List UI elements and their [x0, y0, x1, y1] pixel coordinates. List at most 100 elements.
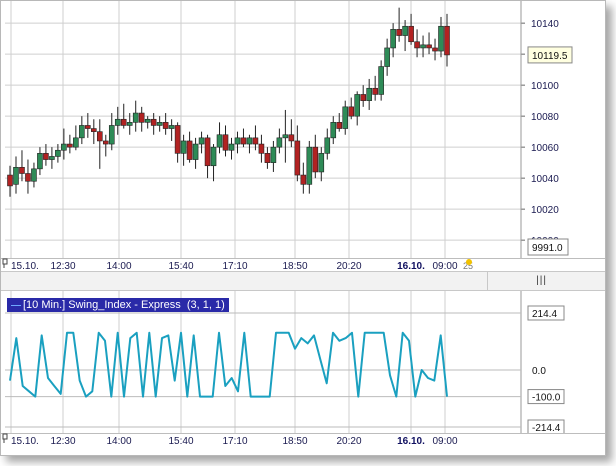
candle — [156, 122, 163, 126]
x-axis-label: 09:00 — [432, 261, 457, 271]
last-price-label: 10119.5 — [532, 51, 568, 62]
candle — [7, 174, 13, 187]
x-axis-label: 12:30 — [50, 436, 75, 447]
candle — [102, 140, 109, 145]
price-x-axis-labels: 15.10. 12:30 14:00 15:40 17:10 18:50 20:20 16.1… — [1, 258, 605, 271]
candle — [306, 146, 313, 185]
ind-ylabel: -214.4 — [532, 423, 561, 433]
price-ytick-label: 10080 — [531, 112, 559, 123]
candle — [55, 149, 61, 157]
x-axis-label: 14:00 — [106, 436, 131, 447]
ind-ylabel: -100.0 — [532, 393, 561, 404]
candle — [300, 174, 307, 185]
price-ytick-label: 10040 — [531, 174, 559, 185]
scroll-grip-icon[interactable]: ||| — [536, 275, 547, 286]
candle — [318, 153, 325, 173]
candle — [288, 134, 295, 142]
indicator-x-axis: 15.10. 12:30 14:00 15:40 17:10 18:50 20:20 16.1… — [1, 433, 605, 449]
candle — [390, 29, 396, 49]
x-axis-label: 14:00 — [106, 261, 131, 271]
candle — [444, 25, 450, 56]
candle — [91, 128, 97, 132]
candle — [276, 137, 283, 148]
x-axis-label: 12:30 — [50, 261, 75, 271]
x-axis-label: 17:10 — [222, 261, 247, 271]
date-marker-icon — [2, 433, 8, 443]
x-axis-label: 16.10. — [397, 436, 425, 447]
price-ytick-label: 10140 — [531, 19, 559, 30]
candle — [174, 125, 181, 154]
candle — [180, 140, 187, 154]
series-line-icon — [11, 304, 21, 306]
x-axis-label: 20:20 — [336, 261, 361, 271]
candle — [43, 153, 49, 160]
candle — [126, 122, 133, 126]
candlestick-chart[interactable]: 1014010120101001008010060100401002010000… — [1, 1, 605, 258]
candle — [360, 94, 366, 101]
price-ytick-label: 10020 — [531, 205, 559, 216]
candle — [408, 25, 414, 43]
candle — [270, 146, 277, 163]
indicator-title-text: [10 Min.] Swing_Index - Express (3, 1, 1… — [23, 299, 225, 311]
price-chart-panel[interactable]: 1014010120101001008010060100401002010000… — [1, 1, 605, 258]
candle — [162, 122, 169, 129]
candle — [324, 137, 331, 154]
candle — [49, 156, 55, 160]
candle — [402, 25, 408, 36]
candle — [432, 47, 438, 52]
x-axis-label: 18:50 — [282, 261, 307, 271]
candle — [96, 131, 103, 142]
candle — [312, 146, 319, 173]
candle — [216, 134, 223, 148]
candle — [132, 112, 139, 123]
candle — [294, 140, 301, 176]
candle — [366, 87, 372, 101]
candle — [144, 118, 151, 123]
indicator-x-axis-labels: 15.10. 12:30 14:00 15:40 17:10 18:50 20:20 16.1… — [1, 433, 605, 447]
candle — [85, 125, 91, 129]
candle — [378, 66, 384, 95]
candle — [228, 143, 235, 151]
candle — [25, 173, 31, 182]
candle — [61, 143, 67, 151]
candle — [438, 25, 444, 52]
candle — [252, 137, 259, 145]
candle — [73, 137, 79, 148]
candle — [114, 118, 121, 126]
candle — [222, 134, 229, 151]
candle — [31, 168, 37, 182]
horizontal-scrollbar[interactable]: ||| — [1, 271, 605, 291]
x-axis-label: 15:40 — [168, 261, 193, 271]
candle — [372, 87, 378, 95]
x-axis-label: 15:40 — [168, 436, 193, 447]
x-axis-label: 17:10 — [222, 436, 247, 447]
candle — [348, 106, 355, 117]
candle — [330, 122, 337, 139]
candle — [79, 125, 85, 139]
ind-ylabel: 0.0 — [532, 366, 546, 377]
candle — [240, 137, 247, 145]
candle — [420, 44, 426, 49]
swing-index-chart[interactable]: 214.4 0.0 -100.0 -214.4 — [1, 291, 605, 433]
candle — [414, 41, 420, 49]
candle — [198, 137, 205, 145]
x-axis-label: 15.10. — [11, 436, 39, 447]
candle — [234, 137, 241, 145]
candle — [264, 153, 271, 163]
x-axis-label: 18:50 — [282, 436, 307, 447]
candle — [150, 118, 157, 126]
price-ytick-label: 10100 — [531, 81, 559, 92]
candle — [282, 134, 289, 139]
indicator-title[interactable]: [10 Min.] Swing_Index - Express (3, 1, 1… — [7, 298, 229, 312]
candle — [204, 137, 211, 167]
candle — [258, 143, 265, 154]
indicator-panel[interactable]: 214.4 0.0 -100.0 -214.4 [10 Min.] Swing_Ind… — [1, 291, 605, 433]
candle — [192, 143, 199, 160]
candle — [168, 125, 175, 129]
price-ytick-label: 10060 — [531, 143, 559, 154]
x-axis-label: 20:20 — [336, 436, 361, 447]
candle — [396, 29, 402, 36]
x-axis-label: 09:00 — [432, 436, 457, 447]
candle — [186, 140, 193, 160]
lower-value-label: 9991.0 — [532, 243, 563, 254]
